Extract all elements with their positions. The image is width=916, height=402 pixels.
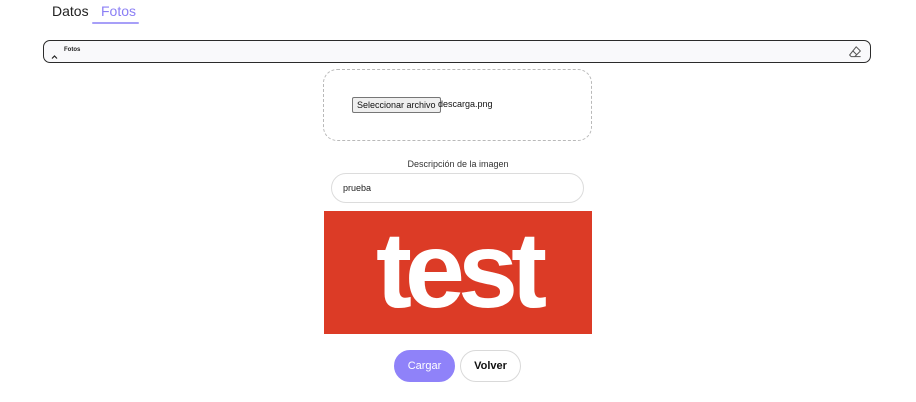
select-file-button[interactable]: Seleccionar archivo (352, 97, 441, 113)
eraser-icon[interactable] (848, 45, 862, 64)
volver-button[interactable]: Volver (460, 350, 521, 382)
tab-fotos[interactable]: Fotos (101, 3, 136, 19)
chevron-up-icon[interactable] (51, 47, 58, 65)
preview-image-text: test (376, 211, 553, 330)
accordion-title: Fotos (64, 47, 81, 53)
selected-file-name: descarga.png (438, 99, 493, 109)
tab-bar: Datos Fotos (0, 0, 300, 26)
svg-text:test: test (376, 211, 546, 330)
description-input[interactable] (331, 173, 584, 203)
image-preview: test (324, 211, 592, 334)
file-dropzone[interactable]: Seleccionar archivo descarga.png (323, 69, 592, 141)
fotos-accordion-header[interactable]: Fotos (43, 40, 871, 63)
tab-datos[interactable]: Datos (52, 3, 89, 19)
cargar-button[interactable]: Cargar (394, 350, 455, 382)
active-tab-indicator (92, 22, 139, 24)
description-label: Descripción de la imagen (407, 159, 509, 169)
